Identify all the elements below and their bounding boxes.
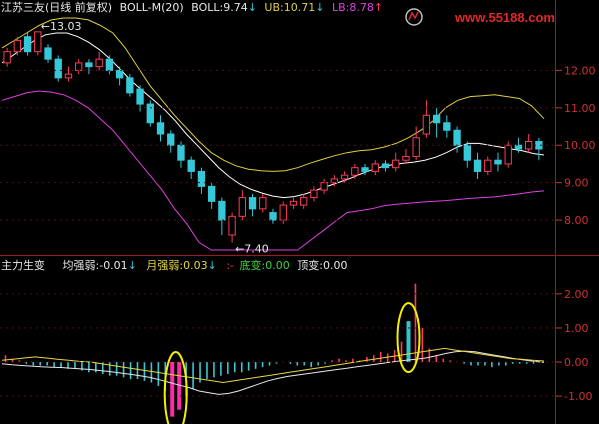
yqr-arrow-icon: ↓ <box>207 259 217 272</box>
candle-body <box>330 178 339 184</box>
candle-body <box>197 170 206 187</box>
indicator-title: 主力生变 <box>1 259 45 272</box>
candle-body <box>23 36 32 53</box>
candle-body <box>514 144 523 150</box>
dibian-value: 0.00 <box>265 259 290 272</box>
candle-body <box>463 144 471 161</box>
candle-body <box>361 167 369 172</box>
ub-label: UB: <box>264 1 284 14</box>
low-price-label: ←7.40 <box>235 243 269 256</box>
candle-body <box>259 197 267 210</box>
candle-body <box>95 58 103 68</box>
boll-arrow-icon: ↓ <box>247 1 257 14</box>
stock-title: 江苏三友(日线 前复权) <box>1 1 113 14</box>
candle-body <box>300 197 308 206</box>
candle-body <box>432 114 441 124</box>
candle-body <box>228 215 236 236</box>
boll-label: BOLL: <box>191 1 224 14</box>
candle-body <box>484 159 492 172</box>
boll-value: 9.74 <box>223 1 248 14</box>
candle-body <box>310 189 318 199</box>
candle-body <box>85 62 93 68</box>
price-tick-label: 12.00 <box>564 64 596 77</box>
jqr-label: 均强弱: <box>62 259 100 272</box>
candle-body <box>351 167 359 176</box>
candle-body <box>44 47 52 60</box>
separator-mark: :- <box>226 259 235 272</box>
candle-body <box>54 58 62 79</box>
candle-body <box>269 212 277 221</box>
candle-body <box>412 137 420 157</box>
jqr-arrow-icon: ↓ <box>127 259 137 272</box>
candle-body <box>187 159 195 172</box>
candle-body <box>13 39 22 53</box>
candle-body <box>218 200 226 221</box>
candle-body <box>422 114 431 135</box>
candle-body <box>371 163 379 172</box>
candle-body <box>207 185 216 202</box>
candle-body <box>279 204 287 221</box>
price-panel-header: 江苏三友(日线 前复权) BOLL-M(20) BOLL:9.74↓ UB:10… <box>1 1 383 14</box>
stock-chart-canvas: 8.00 9.00 10.00 11.00 12.00 ←13.03 ←7.40 -1.0… <box>0 0 599 424</box>
osc-tick-label: -1.00 <box>564 390 592 403</box>
candle-body <box>494 159 502 165</box>
price-tick-label: 8.00 <box>564 214 589 227</box>
candle-body <box>126 77 134 94</box>
candle-body <box>320 182 328 191</box>
price-tick-label: 11.00 <box>564 102 596 115</box>
candle-body <box>156 122 165 135</box>
candle-body <box>105 58 114 71</box>
candle-body <box>3 51 11 64</box>
dibian-label: 底变: <box>239 259 266 272</box>
candle-body <box>443 122 451 131</box>
osc-tick-label: 2.00 <box>564 288 589 301</box>
lb-arrow-icon: ↑ <box>373 1 384 14</box>
indicator-name: BOLL-M(20) <box>119 1 184 14</box>
candle-body <box>392 159 400 169</box>
candle-body <box>402 155 410 161</box>
watermark-text: www.55188.com <box>454 10 555 25</box>
lb-label: LB: <box>331 1 350 14</box>
yqr-value: 0.03 <box>183 259 208 272</box>
indicator-panel-header: 主力生变 均强弱:-0.01↓ 月强弱:0.03↓ :- 底变:0.00 顶变:… <box>1 259 347 272</box>
candle-body <box>473 159 482 172</box>
jqr-value: -0.01 <box>99 259 128 272</box>
dingbian-label: 顶变: <box>297 259 323 272</box>
candle-body <box>64 73 73 79</box>
candle-body <box>289 200 298 206</box>
candle-body <box>340 174 349 180</box>
osc-tick-label: 0.00 <box>564 356 589 369</box>
ub-arrow-icon: ↓ <box>315 1 325 14</box>
high-price-label: ←13.03 <box>41 20 82 33</box>
price-tick-label: 9.00 <box>564 177 589 190</box>
candle-body <box>34 31 42 53</box>
candle-body <box>136 88 144 105</box>
candle-body <box>453 129 461 146</box>
candle-body <box>75 62 83 71</box>
price-tick-label: 10.00 <box>564 139 596 152</box>
candle-body <box>167 133 175 146</box>
candle-body <box>177 144 185 161</box>
candle-body <box>238 197 246 217</box>
yqr-label: 月强弱: <box>146 259 184 272</box>
dingbian-value: 0.00 <box>322 259 348 272</box>
lb-value: 8.78 <box>349 1 374 14</box>
candle-body <box>248 197 257 210</box>
osc-tick-label: 1.00 <box>564 322 589 335</box>
ub-value: 10.71 <box>283 1 316 14</box>
candle-body <box>146 103 154 124</box>
candle-body <box>115 69 124 79</box>
candle-body <box>504 144 512 165</box>
candle-body <box>381 163 390 169</box>
